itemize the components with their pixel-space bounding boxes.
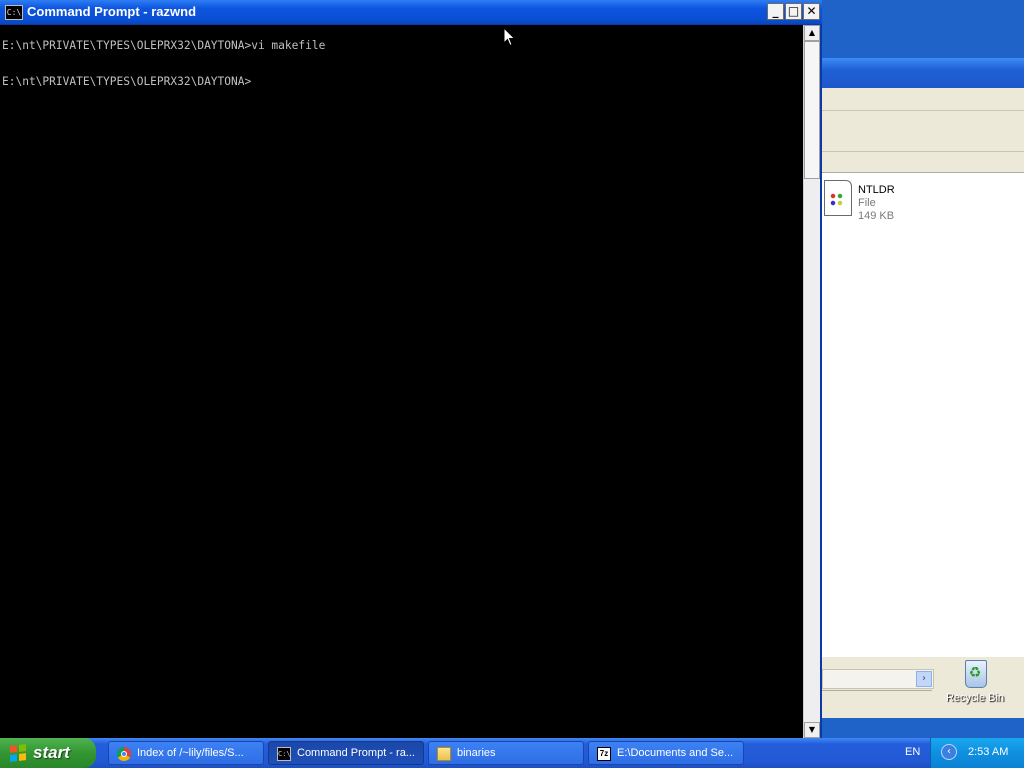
explorer-menubar[interactable] — [822, 88, 1024, 111]
scroll-right-arrow-icon[interactable]: › — [916, 671, 932, 687]
start-label: start — [33, 743, 70, 762]
cmd-titlebar[interactable]: C:\ Command Prompt - razwnd _ □ ✕ — [0, 0, 822, 24]
taskbar-item-command-prompt[interactable]: C:\ Command Prompt - ra... — [268, 741, 424, 765]
start-button[interactable]: start — [0, 738, 96, 768]
recycle-bin[interactable]: ♻ Recycle Bin — [940, 656, 1010, 716]
system-file-icon — [824, 180, 852, 216]
scroll-down-arrow-icon[interactable]: ▼ — [804, 722, 820, 738]
taskbar-item-label: Index of /~lily/files/S... — [137, 747, 244, 759]
taskbar-item-7zip[interactable]: 7z E:\Documents and Se... — [588, 741, 744, 765]
console-prompt: E:\nt\PRIVATE\TYPES\OLEPRX32\DAYTONA> — [2, 75, 252, 88]
taskbar-item-label: E:\Documents and Se... — [617, 747, 734, 759]
maximize-button[interactable]: □ — [785, 3, 802, 20]
file-name: NTLDR — [858, 184, 895, 196]
console-output[interactable]: E:\nt\PRIVATE\TYPES\OLEPRX32\DAYTONA>vi … — [0, 25, 803, 738]
language-indicator[interactable]: EN — [905, 746, 920, 758]
system-tray: ‹ 2:53 AM — [930, 738, 1024, 768]
clock[interactable]: 2:53 AM — [968, 746, 1008, 758]
scrollbar-thumb[interactable] — [804, 41, 820, 179]
explorer-toolbar[interactable] — [822, 111, 1024, 152]
command-prompt-window[interactable]: C:\ Command Prompt - razwnd _ □ ✕ E:\nt\… — [0, 0, 822, 738]
recycle-bin-icon: ♻ — [962, 656, 988, 688]
explorer-status-bar — [822, 690, 932, 713]
taskbar-item-label: Command Prompt - ra... — [297, 747, 415, 759]
show-hidden-icons-button[interactable]: ‹ — [941, 744, 957, 760]
folder-icon — [437, 747, 451, 761]
explorer-titlebar[interactable] — [822, 58, 1024, 88]
recycle-bin-label: Recycle Bin — [945, 692, 1005, 704]
explorer-file-list[interactable]: NTLDR File 149 KB — [822, 173, 1024, 657]
minimize-button[interactable]: _ — [767, 3, 784, 20]
window-title: Command Prompt - razwnd — [27, 4, 197, 19]
explorer-address-bar[interactable] — [822, 152, 1024, 173]
scroll-up-arrow-icon[interactable]: ▲ — [804, 25, 820, 41]
cmd-icon: C:\ — [277, 747, 291, 761]
explorer-window[interactable]: NTLDR File 149 KB › — [822, 58, 1024, 718]
vertical-scrollbar[interactable]: ▲ ▼ — [803, 25, 820, 738]
file-item-ntldr[interactable]: NTLDR File 149 KB — [822, 178, 1024, 228]
explorer-horizontal-scrollbar[interactable]: › — [822, 669, 934, 689]
taskbar: start Index of /~lily/files/S... C:\ Com… — [0, 738, 1024, 768]
taskbar-item-browser[interactable]: Index of /~lily/files/S... — [108, 741, 264, 765]
cmd-icon[interactable]: C:\ — [5, 5, 23, 20]
close-button[interactable]: ✕ — [803, 3, 820, 20]
file-size: 149 KB — [858, 210, 895, 222]
taskbar-item-binaries[interactable]: binaries — [428, 741, 584, 765]
windows-logo-icon — [10, 744, 26, 762]
file-type: File — [858, 197, 876, 209]
taskbar-item-label: binaries — [457, 747, 496, 759]
console-line: E:\nt\PRIVATE\TYPES\OLEPRX32\DAYTONA>vi … — [2, 39, 326, 52]
7zip-icon: 7z — [597, 747, 611, 761]
chrome-icon — [117, 747, 131, 761]
